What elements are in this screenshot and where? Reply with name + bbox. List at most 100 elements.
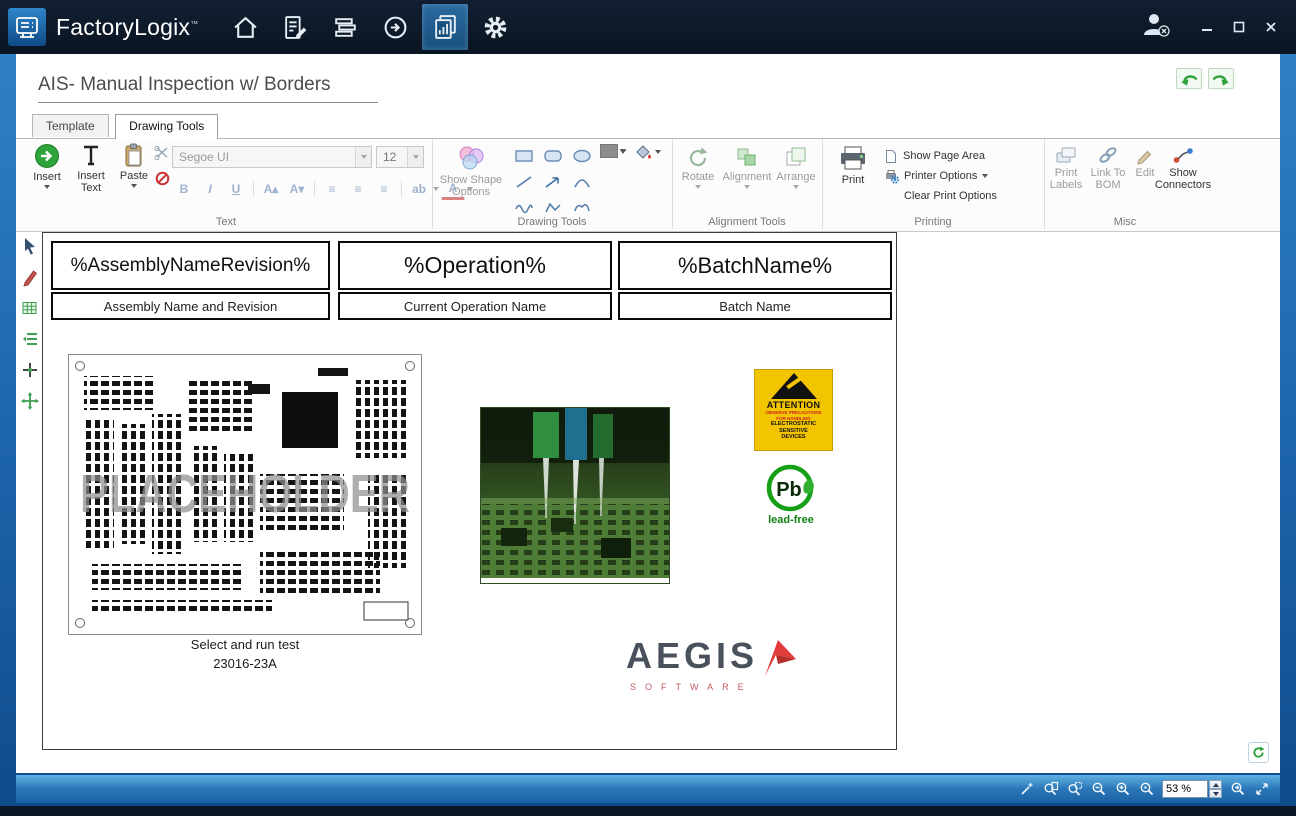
fill-color-swatch [600, 144, 618, 158]
paint-bucket-icon[interactable] [633, 144, 653, 160]
template-title-field[interactable]: AIS- Manual Inspection w/ Borders [38, 74, 378, 103]
undo-button[interactable] [1176, 68, 1202, 89]
link-icon [1097, 145, 1119, 165]
rotate-button[interactable]: Rotate [674, 145, 722, 189]
insert-button[interactable]: Insert [28, 143, 66, 189]
shrink-font-button[interactable]: A▾ [285, 178, 309, 199]
print-button[interactable]: Print [832, 145, 874, 186]
lead-free-label[interactable]: Pb lead-free [758, 463, 824, 534]
paste-button[interactable]: Paste [116, 143, 152, 188]
print-labels-button[interactable]: Print Labels [1046, 145, 1086, 191]
bold-button[interactable]: B [172, 178, 196, 199]
canvas-refresh-button[interactable] [1248, 742, 1269, 763]
field-operation[interactable]: %Operation% [338, 241, 612, 290]
select-tool-button[interactable] [20, 236, 40, 256]
move-tool-button[interactable] [20, 391, 40, 411]
fill-color-picker[interactable] [600, 144, 626, 158]
align-rows-tool-button[interactable] [20, 329, 40, 349]
aegis-logo-subtitle: SOFTWARE [630, 682, 816, 692]
redo-button[interactable] [1208, 68, 1234, 89]
arrange-button[interactable]: Arrange [772, 145, 820, 189]
show-shape-options-button[interactable]: Show Shape Options [438, 144, 504, 198]
zoom-tool-icon[interactable] [1018, 781, 1035, 798]
printer-gear-icon [884, 169, 899, 184]
leadfree-symbol: Pb [776, 479, 802, 501]
nav-dispatch-button[interactable] [372, 4, 418, 50]
zoom-input[interactable] [1162, 780, 1208, 798]
insert-text-button[interactable]: Insert Text [70, 143, 112, 194]
arrow-tool[interactable] [539, 170, 566, 194]
maximize-button[interactable] [1228, 16, 1250, 38]
font-size-dropdown-icon[interactable] [407, 147, 423, 167]
app-name: FactoryLogix™ [56, 14, 198, 41]
zoom-in-icon[interactable] [1114, 781, 1131, 798]
group-label-drawing: Drawing Tools [432, 216, 672, 228]
show-connectors-button[interactable]: Show Connectors [1160, 145, 1206, 191]
field-batch-name[interactable]: %BatchName% [618, 241, 892, 290]
italic-button[interactable]: I [198, 178, 222, 199]
close-button[interactable] [1260, 16, 1282, 38]
design-canvas[interactable]: %AssemblyNameRevision% %Operation% %Batc… [42, 232, 897, 750]
zoom-reset-icon[interactable] [1138, 781, 1155, 798]
underline-button[interactable]: U [224, 178, 248, 199]
arc-tool[interactable] [568, 170, 595, 194]
inspection-photo[interactable] [480, 407, 670, 584]
pen-tool-button[interactable] [20, 267, 40, 287]
printer-options-button[interactable]: Printer Options [884, 166, 997, 186]
rectangle-tool[interactable] [510, 144, 537, 168]
nav-documents-button[interactable] [422, 4, 468, 50]
zoom-page-icon[interactable] [1042, 781, 1059, 798]
format-separator [401, 181, 402, 197]
application-window: FactoryLogix™ [0, 0, 1296, 816]
clear-print-options-button[interactable]: Clear Print Options [884, 186, 997, 206]
ellipse-tool[interactable] [568, 144, 595, 168]
tab-drawing-tools[interactable]: Drawing Tools [115, 114, 218, 139]
labels-icon [1055, 145, 1077, 165]
align-right-button[interactable]: ≡ [372, 178, 396, 199]
align-center-button[interactable]: ≡ [346, 178, 370, 199]
pcb-placeholder-image[interactable]: PLACEHOLDER [68, 354, 422, 640]
field-assembly-name-revision[interactable]: %AssemblyNameRevision% [51, 241, 330, 290]
rounded-rectangle-tool[interactable] [539, 144, 566, 168]
nav-production-button[interactable] [272, 4, 318, 50]
group-label-text: Text [20, 216, 432, 228]
zoom-spin-up[interactable] [1209, 780, 1222, 789]
fit-to-window-icon[interactable] [1253, 781, 1270, 798]
nav-settings-button[interactable] [472, 4, 518, 50]
font-size-combo[interactable]: 12 [376, 146, 424, 168]
link-to-bom-button[interactable]: Link To BOM [1088, 145, 1128, 191]
line-tool[interactable] [510, 170, 537, 194]
zoom-out-icon[interactable] [1090, 781, 1107, 798]
no-format-button[interactable] [155, 171, 170, 191]
caption-batch-name[interactable]: Batch Name [618, 292, 892, 320]
esd-warning-label[interactable]: ATTENTION OBSERVE PRECAUTIONS FOR HANDLI… [754, 369, 833, 451]
font-name-dropdown-icon[interactable] [355, 147, 371, 167]
nav-library-button[interactable] [322, 4, 368, 50]
text-highlight-button[interactable]: ab [407, 178, 431, 199]
tab-template[interactable]: Template [32, 114, 109, 137]
aegis-logo[interactable]: AEGIS SOFTWARE [626, 638, 816, 692]
ribbon-group-misc: Print Labels Link To BOM Edit Show Conne… [1044, 139, 1206, 229]
zoom-fit-icon[interactable] [1229, 781, 1246, 798]
grow-font-button[interactable]: A▴ [259, 178, 283, 199]
font-name-combo[interactable]: Segoe UI [172, 146, 372, 168]
minimize-button[interactable] [1196, 16, 1218, 38]
grid-tool-button[interactable] [20, 298, 40, 318]
pcb-caption[interactable]: Select and run test 23016-23A [68, 635, 422, 673]
caption-assembly-name[interactable]: Assembly Name and Revision [51, 292, 330, 320]
anchor-tool-button[interactable] [20, 360, 40, 380]
esd-triangle-icon [771, 373, 817, 399]
nav-home-button[interactable] [222, 4, 268, 50]
user-account-icon[interactable] [1140, 11, 1170, 43]
show-page-area-button[interactable]: Show Page Area [884, 146, 997, 166]
paste-icon [123, 143, 145, 168]
connectors-icon [1171, 145, 1195, 165]
group-label-alignment: Alignment Tools [672, 216, 822, 228]
align-left-button[interactable]: ≡ [320, 178, 344, 199]
zoom-selection-icon[interactable] [1066, 781, 1083, 798]
cut-button[interactable] [154, 146, 170, 165]
zoom-spin-down[interactable] [1209, 789, 1222, 798]
caption-operation[interactable]: Current Operation Name [338, 292, 612, 320]
alignment-icon [735, 145, 759, 169]
alignment-button[interactable]: Alignment [723, 145, 771, 189]
